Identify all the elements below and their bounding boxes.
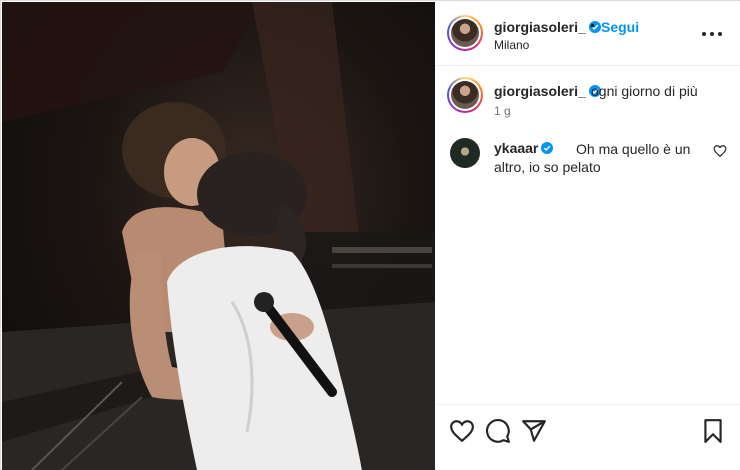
post-caption: giorgiasoleri_ ogni giorno di più 1 g (436, 66, 740, 126)
post-location[interactable]: Milano (494, 38, 529, 52)
comment-icon[interactable] (485, 418, 511, 444)
share-icon[interactable] (521, 418, 547, 444)
post-photo[interactable] (2, 2, 435, 470)
heart-icon[interactable] (449, 418, 475, 444)
caption-author-avatar[interactable] (447, 77, 483, 113)
caption-username[interactable]: giorgiasoleri_ (494, 83, 601, 99)
author-avatar[interactable] (447, 15, 483, 51)
commenter-avatar[interactable] (450, 138, 480, 168)
comment-like-heart-icon[interactable] (713, 144, 727, 158)
follow-button[interactable]: Segui (601, 19, 639, 35)
post-header: giorgiasoleri_ • Segui Milano (436, 2, 740, 66)
author-username[interactable]: giorgiasoleri_ (494, 19, 601, 35)
commenter-username[interactable]: ykaaar (494, 140, 554, 156)
more-options-icon[interactable] (701, 24, 723, 44)
bookmark-icon[interactable] (700, 418, 726, 444)
caption-timestamp[interactable]: 1 g (494, 104, 511, 118)
post-side-panel: giorgiasoleri_ • Segui Milano giorgiasol… (436, 2, 740, 470)
post-actions-bar (436, 404, 740, 470)
post-dialog: giorgiasoleri_ • Segui Milano giorgiasol… (0, 0, 740, 470)
caption-text: ogni giorno di più (591, 83, 698, 99)
separator-dot: • (590, 17, 595, 33)
verified-badge-icon (541, 142, 554, 154)
comment-item: Oh ma quello è un altro, io so pelato yk… (436, 130, 740, 190)
photo-illustration (2, 2, 435, 470)
